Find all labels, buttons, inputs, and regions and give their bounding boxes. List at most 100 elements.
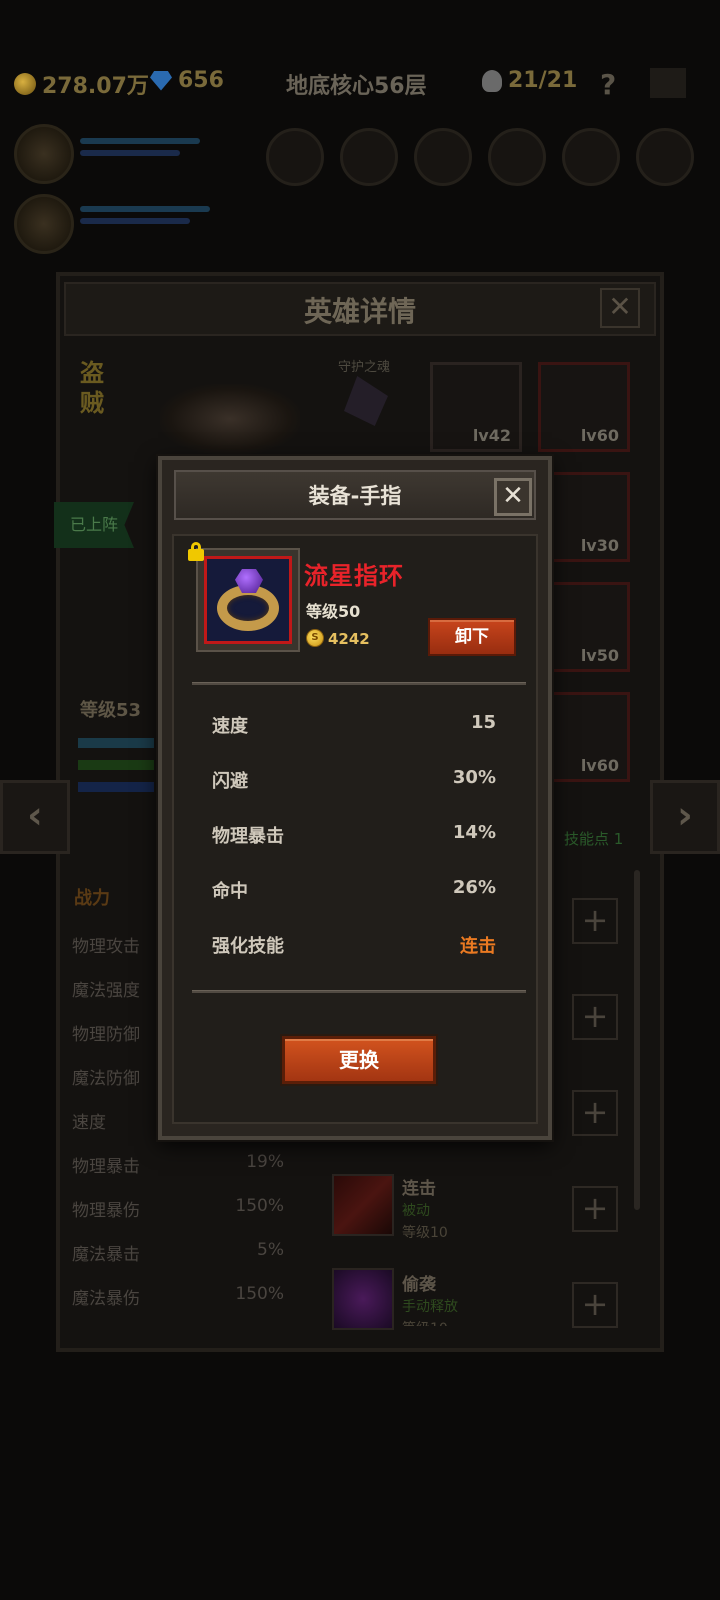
skill-upgrade-plus-icon: + [572, 1282, 618, 1328]
attr-label: 物理暴击 [212, 826, 284, 847]
slot-icon [340, 128, 398, 186]
top-bar: 278.07万 656 地底核心56层 21/21 ? [0, 58, 720, 106]
hero-avatar [14, 194, 74, 254]
hero-avatar [14, 124, 74, 184]
equip-level: lv50 [580, 646, 619, 665]
modal-header: 装备-手指 [174, 470, 536, 520]
attr-label: 闪避 [212, 771, 248, 792]
hero-sprite [160, 384, 300, 454]
equip-level: lv60 [580, 426, 619, 445]
hero-class: 盗贼 [80, 359, 104, 417]
settings-icon [650, 68, 686, 98]
gold-counter: 278.07万 [14, 68, 149, 100]
skill-upgrade-plus-icon: + [572, 898, 618, 944]
divider [192, 990, 526, 993]
modal-title: 装备-手指 [308, 484, 402, 508]
skill-upgrade-plus-icon: + [572, 1186, 618, 1232]
panel-close-icon: ✕ [600, 288, 640, 328]
slot-icon [562, 128, 620, 186]
skill-level: 等级10 [402, 1225, 448, 1241]
stat-value: 5% [257, 1240, 284, 1260]
stats-title: 战力 [74, 888, 110, 909]
skill-level: 等级10 [402, 1318, 448, 1326]
item-price: 4242 [328, 630, 370, 648]
mp-bar [78, 782, 154, 792]
equip-slot-helmet: lv42 [430, 362, 522, 452]
attr-value: 14% [452, 822, 496, 843]
stat-row: 魔法暴击 5% [72, 1240, 284, 1265]
unequip-button[interactable]: 卸下 [428, 618, 516, 656]
stat-label: 魔法暴伤 [72, 1289, 140, 1309]
stat-row: 物理暴击 19% [72, 1152, 284, 1177]
deployed-badge: 已上阵 [54, 502, 134, 548]
item-frame[interactable] [196, 548, 300, 652]
sneak-attack-skill-icon [332, 1268, 394, 1330]
equip-level: lv30 [580, 536, 619, 555]
location-label: 地底核心56层 [286, 74, 427, 99]
attr-value: 30% [452, 767, 496, 788]
skill-upgrade-plus-icon: + [572, 1090, 618, 1136]
skill-scrollbar [634, 870, 640, 1210]
help-button: ? [600, 68, 617, 101]
attr-value: 26% [452, 877, 496, 898]
gem-counter: 656 [150, 68, 224, 93]
skull-icon [482, 69, 502, 92]
gold-coin-icon [14, 73, 36, 95]
combo-skill-icon [332, 1174, 394, 1236]
guard-label: 守护之魂 [338, 360, 391, 375]
stat-label: 魔法强度 [72, 981, 140, 1001]
stat-value: 19% [246, 1152, 284, 1172]
skill-points: 技能点 1 [564, 830, 624, 848]
next-hero-arrow-icon: › [650, 780, 720, 854]
slot-icon [266, 128, 324, 186]
skill-name: 偷袭 [402, 1275, 436, 1295]
exp-bar [78, 738, 154, 748]
hp-bar [78, 760, 154, 770]
mp-bar [80, 218, 190, 224]
enhanced-skill-value: 连击 [460, 936, 496, 957]
coin-icon: S [306, 629, 324, 647]
gold-amount: 278.07万 [42, 74, 149, 99]
replace-button[interactable]: 更换 [282, 1036, 436, 1084]
stat-row: 物理暴伤 150% [72, 1196, 284, 1221]
mp-bar [80, 150, 180, 156]
stat-label: 物理攻击 [72, 937, 140, 957]
stat-label: 物理防御 [72, 1025, 140, 1045]
close-icon[interactable]: ✕ [494, 478, 532, 516]
stat-label: 魔法暴击 [72, 1245, 140, 1265]
stat-label: 魔法防御 [72, 1069, 140, 1089]
slot-icon [488, 128, 546, 186]
stat-value: 150% [235, 1196, 284, 1216]
skill-upgrade-plus-icon: + [572, 994, 618, 1040]
stat-label: 物理暴伤 [72, 1201, 140, 1221]
stat-value: 150% [235, 1284, 284, 1304]
gem-amount: 656 [178, 68, 224, 93]
stat-label: 速度 [72, 1113, 106, 1133]
equip-slot-necklace: lv60 [538, 362, 630, 452]
modal-body: 流星指环 等级50 S 4242 卸下 速度 15 闪避 30% 物理暴击 14… [172, 534, 538, 1124]
gem-icon [150, 70, 172, 91]
equipment-modal: 装备-手指 ✕ 流星指环 等级50 S 4242 卸下 速度 15 闪避 30%… [158, 456, 552, 1140]
attr-value: 15 [470, 712, 496, 733]
stat-label: 物理暴击 [72, 1157, 140, 1177]
slot-icon [636, 128, 694, 186]
attr-label: 强化技能 [212, 936, 284, 957]
skill-type: 手动释放 [402, 1299, 458, 1315]
equip-level: lv60 [580, 756, 619, 775]
hero-level: 等级53 [80, 700, 142, 721]
hp-bar [80, 206, 210, 212]
lock-icon[interactable] [188, 542, 206, 561]
item-level: 等级50 [306, 602, 361, 621]
equip-level: lv42 [472, 426, 511, 445]
ring-icon [204, 556, 292, 644]
stat-row: 魔法暴伤 150% [72, 1284, 284, 1309]
attr-label: 命中 [212, 881, 248, 902]
attr-label: 速度 [212, 716, 248, 737]
hp-bar [80, 138, 200, 144]
hero-counter: 21/21 [482, 68, 577, 93]
skill-name: 连击 [402, 1179, 436, 1199]
divider [192, 682, 526, 685]
item-name: 流星指环 [304, 562, 404, 590]
skill-type: 被动 [402, 1203, 430, 1219]
slot-icon [414, 128, 472, 186]
